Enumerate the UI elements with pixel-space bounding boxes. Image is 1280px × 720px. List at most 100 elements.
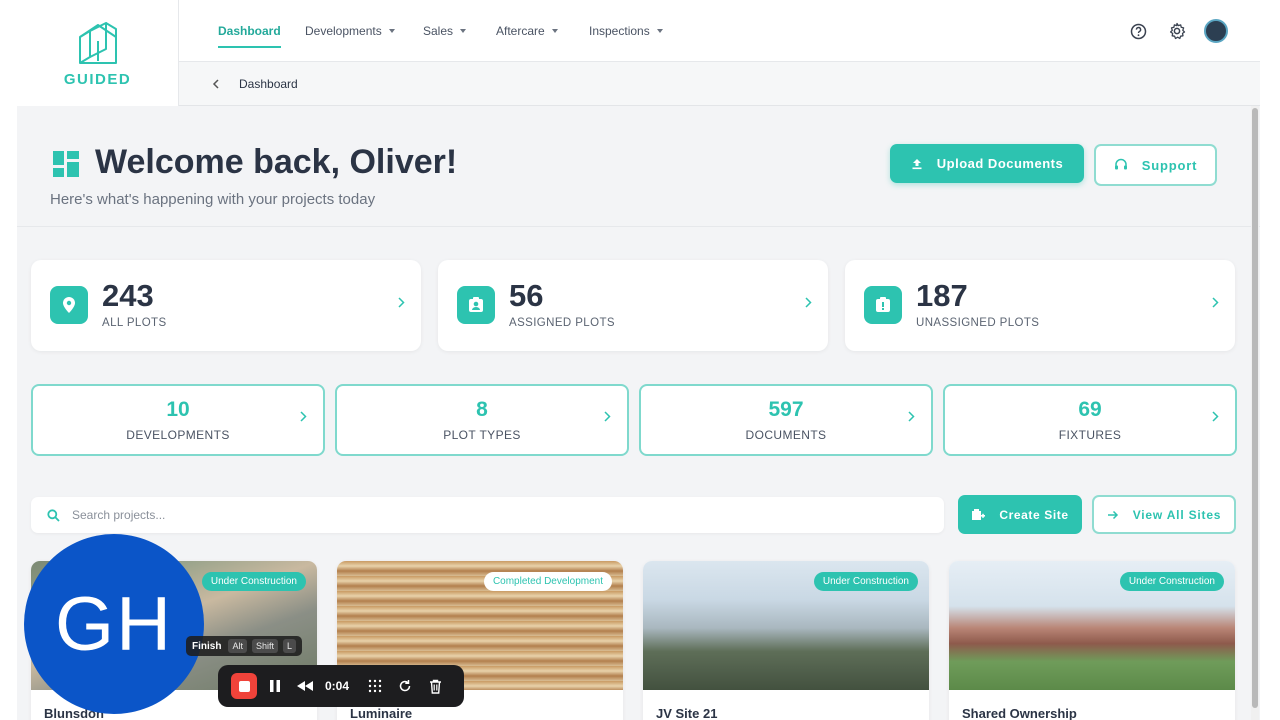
project-name: Luminaire <box>350 706 413 720</box>
restart-icon[interactable] <box>393 674 417 698</box>
mini-value: 8 <box>476 398 488 421</box>
project-card-jv-site-21[interactable]: Under Construction JV Site 21 <box>643 561 929 720</box>
nav-inspections[interactable]: Inspections <box>589 0 663 62</box>
presenter-avatar: GH <box>24 534 204 714</box>
stat-label: ASSIGNED PLOTS <box>509 317 615 329</box>
nav-dashboard[interactable]: Dashboard <box>218 0 281 62</box>
shortcut-key: L <box>282 639 296 653</box>
scrollbar-thumb[interactable] <box>1252 108 1258 708</box>
stat-value: 187 <box>916 278 968 313</box>
avatar-initials: GH <box>55 581 173 667</box>
page-subtitle: Here's what's happening with your projec… <box>50 191 376 208</box>
stat-label: UNASSIGNED PLOTS <box>916 317 1040 329</box>
breadcrumb: Dashboard <box>179 62 1260 106</box>
create-site-button[interactable]: Create Site <box>958 495 1082 534</box>
nav-sales[interactable]: Sales <box>423 0 467 62</box>
app-window: GUIDED Dashboard Developments Sales Afte… <box>17 0 1260 720</box>
chevron-right-icon <box>1212 410 1219 425</box>
brand-logo[interactable]: GUIDED <box>17 0 179 106</box>
mini-label: PLOT TYPES <box>443 428 521 442</box>
upload-documents-button[interactable]: Upload Documents <box>890 144 1084 183</box>
stat-label: ALL PLOTS <box>102 317 167 329</box>
top-navigation: Dashboard Developments Sales Aftercare I… <box>179 0 1260 62</box>
alert-icon <box>864 286 902 324</box>
chevron-right-icon <box>908 410 915 425</box>
section-divider <box>17 226 1260 227</box>
search-icon <box>47 508 60 522</box>
nav-label: Sales <box>423 24 454 38</box>
drawing-grid-icon[interactable] <box>363 674 387 698</box>
stop-recording-button[interactable] <box>231 673 257 699</box>
upload-icon <box>912 158 922 169</box>
support-button[interactable]: Support <box>1094 144 1217 186</box>
project-search-bar <box>31 497 944 533</box>
stat-value: 56 <box>509 278 544 313</box>
chevron-down-icon <box>460 29 467 33</box>
user-avatar[interactable] <box>1204 19 1228 43</box>
nav-label: Inspections <box>589 24 650 38</box>
status-badge: Under Construction <box>813 572 918 591</box>
mini-card-plot-types[interactable]: 8 PLOT TYPES <box>335 384 629 456</box>
headset-icon <box>1114 158 1127 170</box>
nav-label: Aftercare <box>496 24 545 38</box>
arrow-right-icon <box>1107 510 1118 519</box>
chevron-right-icon <box>300 410 307 425</box>
view-all-label: View All Sites <box>1132 507 1222 522</box>
mini-value: 69 <box>1078 398 1102 421</box>
nav-label: Developments <box>305 24 382 38</box>
stat-value: 243 <box>102 278 154 313</box>
help-icon[interactable] <box>1127 20 1149 42</box>
stat-card-unassigned-plots[interactable]: 187 UNASSIGNED PLOTS <box>845 260 1235 351</box>
chevron-down-icon <box>656 29 663 33</box>
mini-card-documents[interactable]: 597 DOCUMENTS <box>639 384 933 456</box>
pause-icon[interactable] <box>263 674 287 698</box>
create-site-label: Create Site <box>999 507 1069 522</box>
nav-developments[interactable]: Developments <box>305 0 395 62</box>
assigned-user-icon <box>457 286 495 324</box>
create-site-icon <box>972 509 986 520</box>
support-label: Support <box>1141 157 1198 173</box>
chevron-right-icon <box>1212 296 1219 311</box>
rewind-icon[interactable] <box>293 674 317 698</box>
shortcut-key: Shift <box>251 639 278 653</box>
view-all-sites-button[interactable]: View All Sites <box>1092 495 1236 534</box>
dashboard-grid-icon <box>53 151 79 177</box>
stop-icon <box>238 680 250 692</box>
status-badge: Completed Development <box>483 572 612 591</box>
status-badge: Under Construction <box>1119 572 1224 591</box>
recording-timer: 0:04 <box>325 679 350 693</box>
chevron-down-icon <box>388 29 395 33</box>
nav-label: Dashboard <box>218 24 281 38</box>
mini-value: 10 <box>166 398 190 421</box>
mini-label: DOCUMENTS <box>745 428 827 442</box>
chevron-right-icon <box>805 296 812 311</box>
breadcrumb-current: Dashboard <box>239 76 298 91</box>
mini-label: FIXTURES <box>1058 428 1122 442</box>
chevron-down-icon <box>551 29 558 33</box>
search-input[interactable] <box>72 508 872 522</box>
mini-value: 597 <box>768 398 804 421</box>
recording-toolbar: 0:04 <box>218 665 464 707</box>
shortcut-label: Finish <box>192 640 222 652</box>
trash-icon[interactable] <box>423 674 447 698</box>
shortcut-key: Alt <box>228 639 247 653</box>
status-badge: Under Construction <box>201 572 306 591</box>
chevron-left-icon[interactable] <box>212 76 222 92</box>
gear-icon[interactable] <box>1166 20 1188 42</box>
project-name: JV Site 21 <box>656 706 718 720</box>
stat-card-assigned-plots[interactable]: 56 ASSIGNED PLOTS <box>438 260 828 351</box>
mini-label: DEVELOPMENTS <box>126 428 230 442</box>
mini-card-fixtures[interactable]: 69 FIXTURES <box>943 384 1237 456</box>
chevron-right-icon <box>398 296 405 311</box>
chevron-right-icon <box>604 410 611 425</box>
project-card-shared-ownership[interactable]: Under Construction Shared Ownership <box>949 561 1235 720</box>
finish-shortcut-hint: Finish Alt Shift L <box>186 636 302 656</box>
map-pin-icon <box>50 286 88 324</box>
nav-aftercare[interactable]: Aftercare <box>496 0 558 62</box>
project-name: Shared Ownership <box>962 706 1077 720</box>
stat-card-all-plots[interactable]: 243 ALL PLOTS <box>31 260 421 351</box>
upload-label: Upload Documents <box>936 156 1064 171</box>
house-logo-icon <box>78 21 117 64</box>
page-title: Welcome back, Oliver! <box>95 143 458 181</box>
mini-card-developments[interactable]: 10 DEVELOPMENTS <box>31 384 325 456</box>
